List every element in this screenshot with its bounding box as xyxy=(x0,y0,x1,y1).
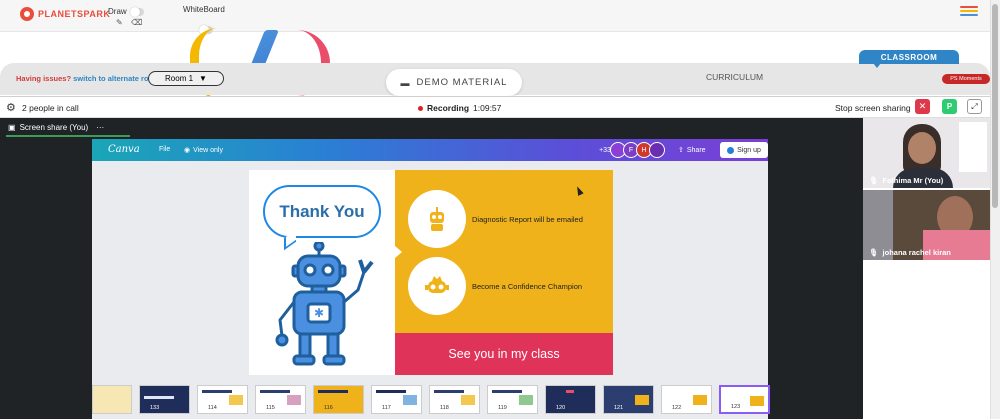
participant2-label: johana rachel kiran xyxy=(882,248,951,257)
gear-icon[interactable]: ⚙ xyxy=(6,101,16,114)
thumbnail[interactable]: 117 xyxy=(371,385,422,414)
view-count: 123 xyxy=(731,404,741,410)
participant-name-1: 🎙 Fathima Mr (You) xyxy=(869,176,943,185)
room-select[interactable]: Room 1 ▼ xyxy=(148,71,224,86)
eye-icon: ◉ xyxy=(184,147,191,154)
ps-moments-label: PS Moments xyxy=(950,76,982,82)
poster xyxy=(959,122,987,172)
view-count: 122 xyxy=(672,405,682,411)
planetspark-logo[interactable]: PLANETSPARK xyxy=(20,5,110,23)
people-count: 2 people in call xyxy=(22,103,79,113)
thumbnail[interactable]: 133 xyxy=(139,385,190,414)
slide-notch xyxy=(395,246,402,258)
champion-robot-icon xyxy=(408,257,466,315)
menu-icon[interactable] xyxy=(960,6,978,18)
view-count: 117 xyxy=(382,405,391,411)
issues-text: Having issues? switch to alternate room xyxy=(16,74,160,83)
view-count: 133 xyxy=(150,405,160,411)
mic-icon: 🎙 xyxy=(869,176,879,185)
canva-signup-button[interactable]: Sign up xyxy=(720,142,768,158)
screen-share-tab[interactable]: ▣ Screen share (You) ··· xyxy=(8,123,104,132)
thumbnail[interactable]: 119 xyxy=(487,385,538,414)
video-tile-1[interactable]: 🎙 Fathima Mr (You) xyxy=(863,118,990,188)
canva-view-only[interactable]: ◉ View only xyxy=(184,146,223,155)
slide-thumbnails: 133 114 115 116 117 118 119 120 121 122 … xyxy=(92,385,770,419)
participant-face xyxy=(908,132,936,164)
stop-screen-sharing-label: Stop screen sharing xyxy=(835,103,911,113)
canva-share-button[interactable]: ⇪ Share xyxy=(678,146,706,155)
canva-circle-icon xyxy=(727,146,735,154)
svg-text:✱: ✱ xyxy=(314,306,324,320)
more-icon[interactable]: ··· xyxy=(96,123,104,132)
thumbnail[interactable]: 120 xyxy=(545,385,596,414)
whiteboard-label: WhiteBoard xyxy=(183,5,225,14)
recording-time: 1:09:57 xyxy=(473,103,502,113)
view-count: 115 xyxy=(266,405,275,411)
participant-name-2: 🎙 johana rachel kiran xyxy=(869,248,951,257)
share-label: Share xyxy=(686,146,706,154)
stop-share-button[interactable]: ✕ xyxy=(915,99,930,114)
demo-material-button[interactable]: ▬ DEMO MATERIAL xyxy=(386,69,522,96)
share-icon: ⇪ xyxy=(678,147,684,154)
view-count: 120 xyxy=(556,405,566,411)
logo-mark-icon xyxy=(20,7,34,21)
classroom-tab-pointer xyxy=(873,63,881,68)
thumbnail[interactable] xyxy=(92,385,132,414)
thumbnail[interactable]: 122 xyxy=(661,385,712,414)
view-only-label: View only xyxy=(193,146,223,154)
participant1-label: Fathima Mr (You) xyxy=(882,176,944,185)
thank-you-text: Thank You xyxy=(279,201,365,221)
view-count: 119 xyxy=(498,405,507,411)
top-bar xyxy=(0,0,1000,32)
classroom-tab[interactable]: CLASSROOM xyxy=(859,50,959,64)
thumbnail[interactable]: 115 xyxy=(255,385,306,414)
screen-share-label: Screen share (You) xyxy=(19,123,89,132)
curriculum-tab[interactable]: CURRICULUM xyxy=(706,72,763,82)
tab-underline xyxy=(6,135,130,137)
signup-label: Sign up xyxy=(737,146,761,154)
scrollbar-thumb[interactable] xyxy=(992,4,998,208)
slide-footer: See you in my class xyxy=(395,333,613,375)
room-label: Room 1 xyxy=(165,74,194,83)
canva-logo[interactable]: Canva xyxy=(108,144,140,155)
p-button[interactable]: P xyxy=(942,99,957,114)
video-tile-2[interactable]: 🎙 johana rachel kiran xyxy=(863,190,990,260)
demo-material-label: DEMO MATERIAL xyxy=(416,77,508,88)
view-count: 121 xyxy=(614,405,624,411)
avatar-image xyxy=(649,142,665,158)
mic-icon: 🎙 xyxy=(869,248,879,257)
thumbnail[interactable]: 116 xyxy=(313,385,364,414)
thumbnail[interactable]: 114 xyxy=(197,385,248,414)
thumbnail[interactable]: 121 xyxy=(603,385,654,414)
slide-line2: Become a Confidence Champion xyxy=(472,282,583,291)
recording-label: Recording xyxy=(427,103,470,113)
switch-room-link[interactable]: switch to alternate room xyxy=(73,74,160,83)
caret-down-icon: ▼ xyxy=(199,74,207,83)
record-dot-icon xyxy=(418,105,423,111)
thumbnail[interactable]: 118 xyxy=(429,385,480,414)
logo-text: PLANETSPARK xyxy=(38,9,111,19)
report-robot-icon xyxy=(408,190,466,248)
thank-you-bubble: Thank You xyxy=(263,185,381,238)
view-count: 114 xyxy=(208,405,217,411)
footer-text: See you in my class xyxy=(448,347,560,361)
expand-icon[interactable]: ⤢ xyxy=(967,99,982,114)
screen-icon: ▣ xyxy=(8,123,16,132)
canva-file-menu[interactable]: File xyxy=(159,146,170,153)
pencil-icon[interactable]: ✎ xyxy=(116,18,123,27)
view-count: 118 xyxy=(440,405,449,411)
thumbnail-selected[interactable]: 123 xyxy=(719,385,770,414)
draw-toggle[interactable] xyxy=(130,7,144,17)
view-count: 116 xyxy=(324,405,333,411)
ps-moments-button[interactable]: PS Moments xyxy=(942,74,990,84)
recording-indicator: Recording 1:09:57 xyxy=(418,103,501,113)
issues-label: Having issues? xyxy=(16,74,72,83)
collaborator-avatars[interactable]: +33 F H xyxy=(597,142,665,158)
eraser-icon[interactable]: ⌫ xyxy=(131,18,142,27)
slide-line1: Diagnostic Report will be emailed xyxy=(472,215,583,224)
draw-label: Draw xyxy=(108,7,127,16)
robot-illustration: ✱ xyxy=(275,242,374,366)
folder-icon: ▬ xyxy=(400,77,411,88)
